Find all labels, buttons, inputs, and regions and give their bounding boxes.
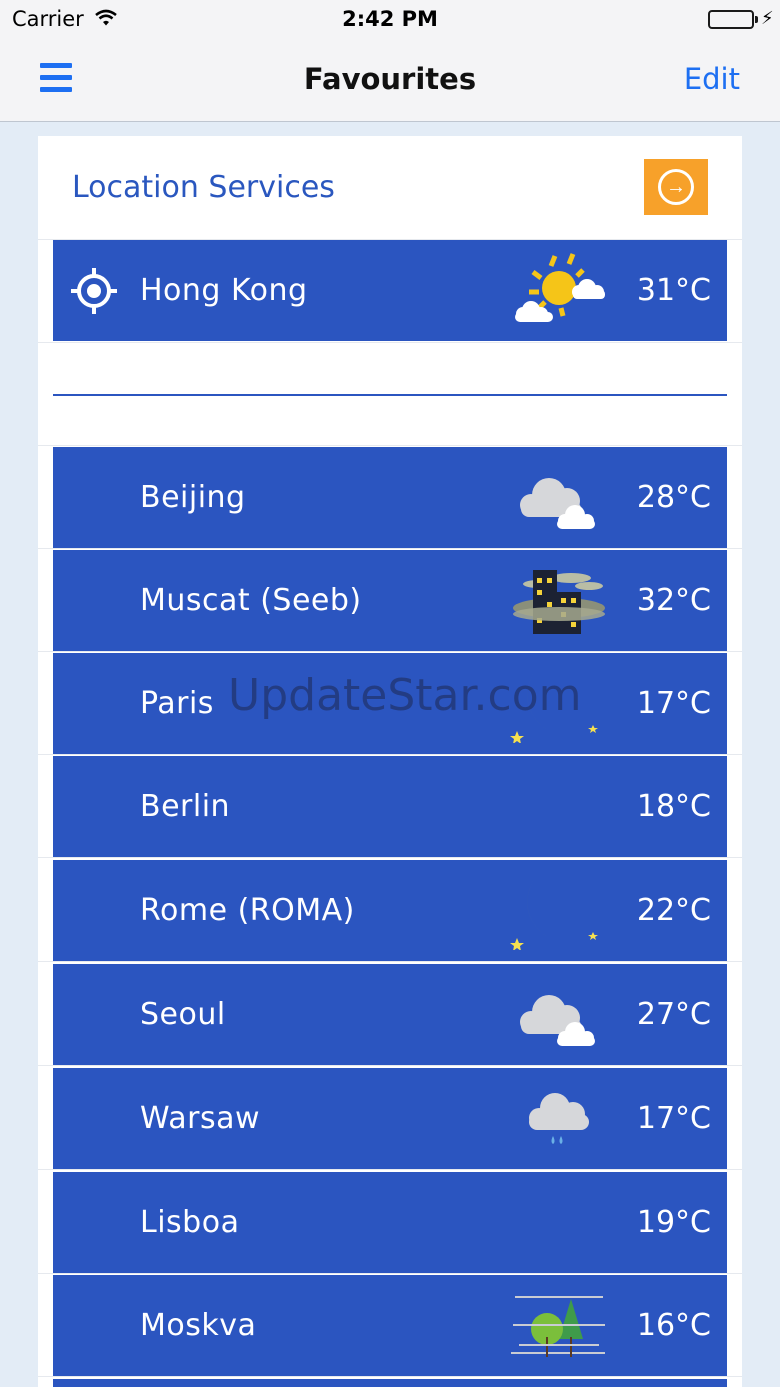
city-name: Muscat (Seeb) <box>140 583 362 618</box>
temperature: 16°C <box>636 1308 711 1343</box>
divider <box>38 1065 742 1066</box>
city-name: Beijing <box>140 480 246 515</box>
city-name: Seoul <box>140 997 226 1032</box>
temperature: 31°C <box>636 273 711 308</box>
divider <box>38 1273 742 1274</box>
divider <box>38 857 742 858</box>
favourite-row-berlin[interactable]: Berlin 18°C <box>53 756 727 857</box>
favourite-row-partial[interactable] <box>53 1379 727 1387</box>
status-bar: Carrier 2:42 PM ⚡ <box>0 0 780 40</box>
temperature: 27°C <box>636 997 711 1032</box>
page-title: Favourites <box>303 62 477 96</box>
battery-tip <box>755 16 758 23</box>
favourite-row-lisboa[interactable]: Lisboa 19°C <box>53 1172 727 1273</box>
city-name: Lisboa <box>140 1205 240 1240</box>
favourite-row-paris[interactable]: Paris 17°C <box>53 653 727 754</box>
favourite-row-warsaw[interactable]: Warsaw 17°C <box>53 1068 727 1169</box>
city-name: Rome (ROMA) <box>140 893 355 928</box>
mist-trees-icon <box>511 1296 605 1357</box>
light-rain-icon <box>529 1093 589 1144</box>
divider <box>38 548 742 549</box>
favourite-row-moskva[interactable]: Moskva 16°C <box>53 1275 727 1376</box>
divider <box>38 445 742 446</box>
edit-button[interactable]: Edit <box>684 62 740 96</box>
divider <box>38 1376 742 1377</box>
favourite-row-muscat[interactable]: Muscat (Seeb) 32°C <box>53 550 727 651</box>
location-services-title: Location Services <box>72 170 335 205</box>
divider <box>38 754 742 755</box>
cloudy-icon <box>520 478 595 529</box>
city-name: Paris <box>140 686 214 721</box>
location-services-header: Location Services → <box>38 136 742 239</box>
location-services-arrow-button[interactable]: → <box>644 159 708 215</box>
favourite-row-seoul[interactable]: Seoul 27°C <box>53 964 727 1065</box>
city-name: Berlin <box>140 789 231 824</box>
sunny-periods-icon <box>515 253 605 322</box>
section-divider <box>53 394 727 396</box>
divider <box>38 1169 742 1170</box>
temperature: 18°C <box>636 789 711 824</box>
clock: 2:42 PM <box>342 7 438 31</box>
divider <box>38 342 742 343</box>
location-target-icon <box>71 268 117 314</box>
temperature: 17°C <box>636 1101 711 1136</box>
favourite-row-rome[interactable]: Rome (ROMA) 22°C <box>53 860 727 961</box>
current-location-row[interactable]: Hong Kong 31°C <box>53 240 727 341</box>
cloudy-icon <box>520 995 595 1046</box>
charging-bolt-icon: ⚡ <box>761 8 774 29</box>
hamburger-menu-icon[interactable] <box>40 63 72 93</box>
temperature: 28°C <box>636 480 711 515</box>
city-name: Moskva <box>140 1308 257 1343</box>
temperature: 17°C <box>636 686 711 721</box>
moon-icon <box>510 669 598 743</box>
night-haze-icon <box>513 570 605 634</box>
divider <box>38 651 742 652</box>
temperature: 32°C <box>636 583 711 618</box>
battery-icon <box>708 10 754 29</box>
arrow-right-circle-icon: → <box>658 169 694 205</box>
favourites-card: Location Services → Hong Kong 31°C Beiji… <box>38 136 742 1387</box>
temperature: 22°C <box>636 893 711 928</box>
divider <box>38 961 742 962</box>
temperature: 19°C <box>636 1205 711 1240</box>
navigation-bar: Favourites Edit <box>0 40 780 122</box>
city-name: Warsaw <box>140 1101 261 1136</box>
moon-icon <box>510 876 598 950</box>
city-name: Hong Kong <box>140 273 308 308</box>
favourite-row-beijing[interactable]: Beijing 28°C <box>53 447 727 548</box>
